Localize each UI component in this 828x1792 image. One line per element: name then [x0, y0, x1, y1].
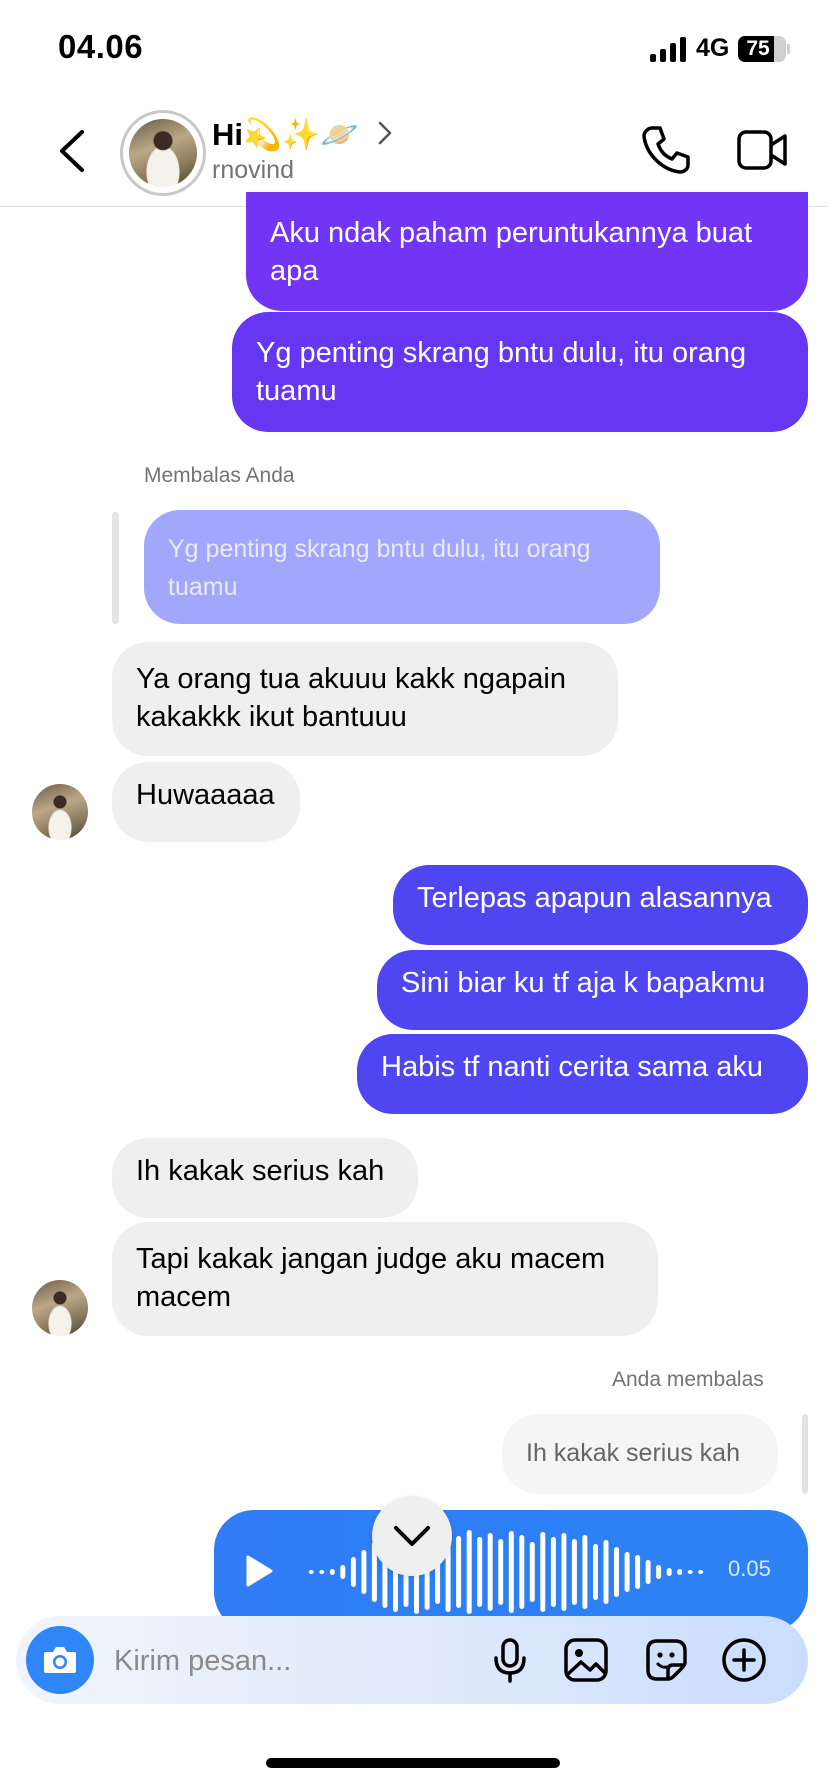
waveform-bar	[519, 1535, 525, 1609]
chevron-right-icon[interactable]	[376, 120, 394, 146]
waveform-bar	[329, 1569, 335, 1575]
quote-bar	[112, 512, 119, 624]
waveform-bar	[550, 1537, 556, 1607]
avatar-image	[129, 119, 197, 187]
audio-waveform[interactable]	[306, 1522, 706, 1622]
plus-circle-icon[interactable]	[720, 1636, 768, 1684]
waveform-bar	[614, 1547, 619, 1597]
waveform-bar	[508, 1531, 514, 1613]
profile-name[interactable]: Hi💫✨🪐	[212, 116, 359, 153]
profile-username[interactable]: rnovind	[212, 156, 294, 185]
outgoing-message[interactable]: Terlepas apapun alasannya	[393, 865, 808, 945]
cellular-signal-icon	[650, 36, 690, 62]
home-indicator[interactable]	[266, 1758, 560, 1768]
quoted-message[interactable]: Yg penting skrang bntu dulu, itu orang t…	[144, 510, 660, 624]
waveform-bar	[308, 1570, 314, 1574]
chevron-left-icon[interactable]	[52, 128, 92, 174]
waveform-bar	[571, 1539, 577, 1605]
waveform-bar	[498, 1539, 504, 1605]
waveform-bar	[687, 1570, 693, 1574]
waveform-bar	[561, 1533, 567, 1611]
waveform-bar	[477, 1537, 483, 1607]
quoted-message[interactable]: Ih kakak serius kah	[502, 1414, 778, 1494]
sender-avatar[interactable]	[32, 1280, 88, 1336]
waveform-bar	[466, 1530, 472, 1614]
image-icon[interactable]	[562, 1636, 610, 1684]
waveform-bar	[540, 1532, 546, 1612]
waveform-bar	[698, 1570, 704, 1574]
sender-avatar[interactable]	[32, 784, 88, 840]
voice-duration: 0.05	[728, 1556, 771, 1581]
waveform-bar	[666, 1568, 672, 1576]
chevron-down-icon	[394, 1526, 430, 1546]
status-time: 04.06	[58, 28, 144, 65]
profile-avatar[interactable]	[120, 110, 206, 196]
incoming-message[interactable]: Huwaaaaa	[112, 762, 300, 842]
message-composer	[16, 1616, 808, 1704]
waveform-bar	[677, 1569, 683, 1575]
reply-label: Membalas Anda	[144, 464, 295, 487]
waveform-bar	[582, 1535, 588, 1609]
battery-level: 75	[746, 37, 770, 60]
waveform-bar	[603, 1540, 609, 1604]
waveform-bar	[361, 1550, 367, 1594]
outgoing-message[interactable]: Habis tf nanti cerita sama aku	[357, 1034, 808, 1114]
message-input[interactable]	[112, 1636, 436, 1686]
waveform-bar	[593, 1544, 598, 1600]
waveform-bar	[645, 1560, 651, 1584]
reply-label: Anda membalas	[612, 1368, 764, 1391]
outgoing-message[interactable]: Yg penting skrang bntu dulu, itu orang t…	[232, 312, 808, 432]
microphone-icon[interactable]	[486, 1636, 534, 1684]
waveform-bar	[624, 1552, 630, 1592]
voice-message[interactable]: 0.05	[214, 1510, 808, 1632]
outgoing-message[interactable]: Aku ndak paham peruntukannya buat apa	[246, 192, 808, 311]
sticker-icon[interactable]	[642, 1636, 690, 1684]
waveform-bar	[319, 1570, 325, 1574]
outgoing-message[interactable]: Sini biar ku tf aja k bapakmu	[377, 950, 808, 1030]
network-type: 4G	[696, 34, 730, 62]
battery-icon: 75	[738, 36, 790, 62]
incoming-message[interactable]: Ya orang tua akuuu kakk ngapain kakakkk …	[112, 642, 618, 756]
waveform-bar	[350, 1557, 356, 1587]
waveform-bar	[529, 1542, 535, 1602]
phone-icon[interactable]	[640, 124, 692, 176]
waveform-bar	[456, 1536, 462, 1608]
waveform-bar	[487, 1533, 493, 1611]
camera-button[interactable]	[26, 1626, 94, 1694]
incoming-message[interactable]: Ih kakak serius kah	[112, 1138, 418, 1218]
video-camera-icon[interactable]	[736, 128, 788, 172]
camera-icon	[44, 1647, 76, 1673]
waveform-bar	[656, 1565, 662, 1579]
chat-header: Hi💫✨🪐 rnovind	[0, 94, 828, 207]
incoming-message[interactable]: Tapi kakak jangan judge aku macem macem	[112, 1222, 658, 1336]
waveform-bar	[635, 1555, 641, 1589]
quote-bar	[802, 1414, 808, 1494]
waveform-bar	[340, 1565, 346, 1579]
play-icon[interactable]	[244, 1554, 274, 1588]
scroll-down-button[interactable]	[372, 1496, 452, 1576]
